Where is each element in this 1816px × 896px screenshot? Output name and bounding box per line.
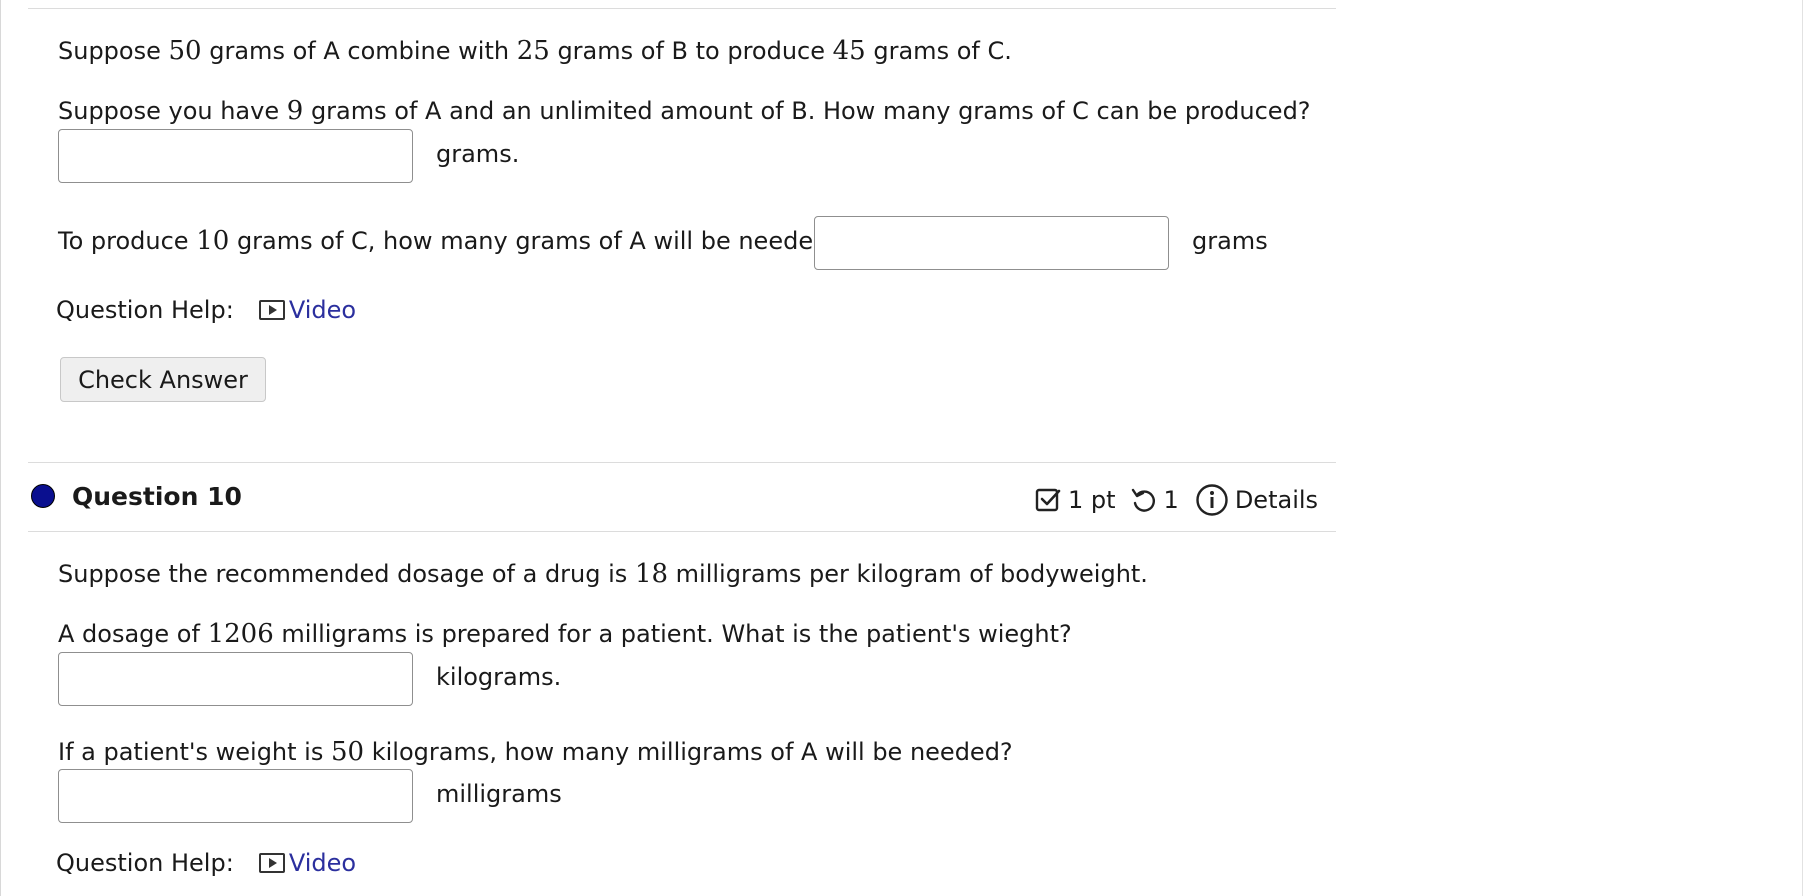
q10-answer1-unit: kilograms. bbox=[436, 663, 562, 691]
q9-answer1-unit: grams. bbox=[436, 140, 520, 168]
checkbox-icon bbox=[1035, 488, 1061, 512]
details-button[interactable]: Details bbox=[1195, 483, 1318, 517]
q9-statement: Suppose 50 grams of A combine with 25 gr… bbox=[58, 36, 1012, 66]
info-icon bbox=[1196, 484, 1228, 516]
retry-icon bbox=[1131, 488, 1155, 512]
question-help-label: Question Help: bbox=[56, 849, 234, 877]
video-icon bbox=[258, 300, 285, 320]
q9-answer1-input[interactable] bbox=[58, 129, 413, 183]
divider-top bbox=[28, 8, 1336, 9]
page-left-border bbox=[0, 0, 1, 896]
divider-q10-top bbox=[28, 462, 1336, 463]
q10-part1-prompt: A dosage of 1206 milligrams is prepared … bbox=[58, 619, 1072, 649]
q10-part2-prompt: If a patient's weight is 50 kilograms, h… bbox=[58, 737, 1013, 767]
video-help-link[interactable]: Video bbox=[258, 849, 356, 877]
q9-answer2-input[interactable] bbox=[814, 216, 1169, 270]
divider-q10-header bbox=[28, 531, 1336, 532]
q10-question-help: Question Help: Video bbox=[56, 848, 356, 881]
q10-answer1-input[interactable] bbox=[58, 652, 413, 706]
q9-part1-prompt: Suppose you have 9 grams of A and an unl… bbox=[58, 96, 1311, 126]
video-help-link[interactable]: Video bbox=[258, 296, 356, 324]
question-help-label: Question Help: bbox=[56, 296, 234, 324]
question-status-dot-icon bbox=[31, 484, 55, 508]
q10-answer2-input[interactable] bbox=[58, 769, 413, 823]
points-value: 1 pt bbox=[1068, 486, 1116, 514]
scrollbar[interactable] bbox=[1802, 0, 1816, 896]
video-icon bbox=[258, 853, 285, 873]
q10-statement: Suppose the recommended dosage of a drug… bbox=[58, 559, 1148, 589]
q9-question-help: Question Help: Video bbox=[56, 295, 356, 328]
attempts-value: 1 bbox=[1163, 486, 1179, 514]
q10-answer2-unit: milligrams bbox=[436, 780, 562, 808]
question-meta: 1 pt 1 Details bbox=[1034, 484, 1318, 516]
question-10-title: Question 10 bbox=[72, 482, 242, 511]
check-answer-button[interactable]: Check Answer bbox=[60, 357, 266, 402]
q9-answer2-unit: grams bbox=[1192, 227, 1268, 255]
details-label: Details bbox=[1234, 486, 1319, 514]
q9-part2-prompt: To produce 10 grams of C, how many grams… bbox=[58, 226, 842, 256]
